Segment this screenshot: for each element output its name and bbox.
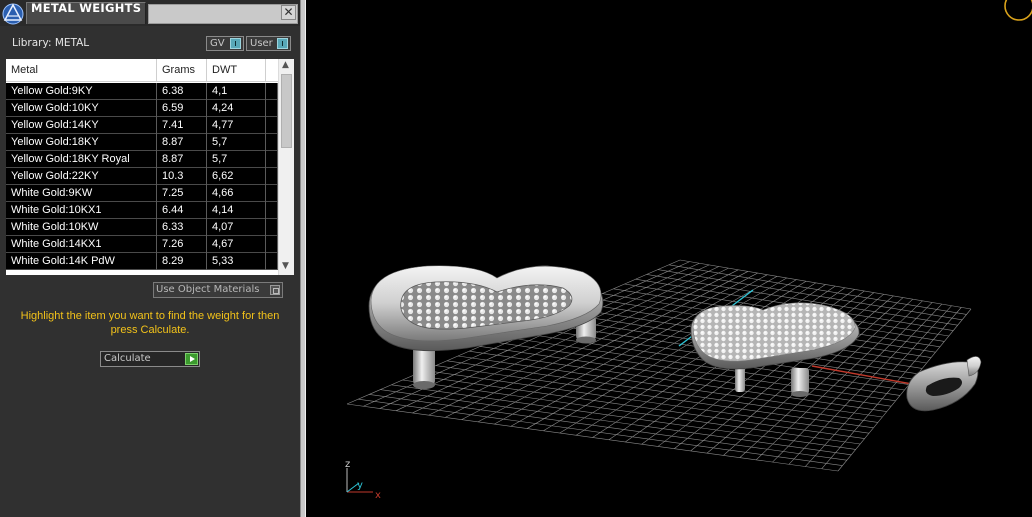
table-row[interactable]: Yellow Gold:18KY 8.87 5,7 — [6, 134, 278, 151]
cell-grams: 8.87 — [157, 151, 207, 168]
table-scrollbar[interactable]: ▲ ▼ — [278, 59, 294, 275]
cell-metal: Yellow Gold:18KY Royal — [6, 151, 157, 168]
cell-grams: 7.26 — [157, 236, 207, 253]
cell-dwt: 4,67 — [207, 236, 266, 253]
cell-spacer — [266, 83, 278, 100]
cell-metal: Yellow Gold:10KY — [6, 100, 157, 117]
column-header-grams[interactable]: Grams — [157, 59, 207, 82]
cell-dwt: 5,7 — [207, 151, 266, 168]
cell-spacer — [266, 253, 278, 270]
table-row[interactable]: White Gold:10KW 6.33 4,07 — [6, 219, 278, 236]
calculate-button[interactable]: Calculate — [100, 351, 200, 367]
column-header-metal[interactable]: Metal — [6, 59, 157, 82]
cell-metal: Yellow Gold:18KY — [6, 134, 157, 151]
toggle-indicator-icon — [277, 38, 288, 49]
cell-spacer — [266, 185, 278, 202]
cell-spacer — [266, 236, 278, 253]
metal-weights-panel: METAL WEIGHTS ✕ Library: METAL GV User M… — [0, 0, 300, 517]
instruction-text: Highlight the item you want to find the … — [20, 310, 280, 336]
cell-spacer — [266, 168, 278, 185]
use-object-materials-toggle[interactable]: Use Object Materials — [153, 282, 283, 298]
cell-metal: White Gold:14KX1 — [6, 236, 157, 253]
library-label: Library: METAL — [12, 37, 90, 49]
cell-grams: 6.33 — [157, 219, 207, 236]
scroll-down-icon[interactable]: ▼ — [282, 261, 289, 271]
cell-dwt: 4,77 — [207, 117, 266, 134]
use-object-materials-label: Use Object Materials — [156, 284, 260, 295]
table-row[interactable]: White Gold:14KX1 7.26 4,67 — [6, 236, 278, 253]
cell-grams: 8.29 — [157, 253, 207, 270]
table-body: Yellow Gold:9KY 6.38 4,1 Yellow Gold:10KY 6.… — [6, 83, 278, 270]
cell-dwt: 4,07 — [207, 219, 266, 236]
cell-grams: 6.44 — [157, 202, 207, 219]
cell-dwt: 5,33 — [207, 253, 266, 270]
table-row[interactable]: White Gold:14K PdW 8.29 5,33 — [6, 253, 278, 270]
cell-spacer — [266, 117, 278, 134]
axis-label-z: z — [345, 459, 350, 470]
cell-dwt: 5,7 — [207, 134, 266, 151]
cell-dwt: 4,66 — [207, 185, 266, 202]
cell-metal: Yellow Gold:22KY — [6, 168, 157, 185]
cell-dwt: 4,14 — [207, 202, 266, 219]
axis-label-x: x — [375, 490, 381, 501]
scrollbar-thumb[interactable] — [281, 74, 292, 148]
cell-metal: Yellow Gold:9KY — [6, 83, 157, 100]
scroll-up-icon[interactable]: ▲ — [282, 60, 289, 70]
cell-grams: 7.25 — [157, 185, 207, 202]
cell-metal: White Gold:14K PdW — [6, 253, 157, 270]
gv-toggle[interactable]: GV — [206, 36, 244, 51]
axis-label-y: y — [357, 480, 363, 491]
cell-spacer — [266, 134, 278, 151]
cell-dwt: 6,62 — [207, 168, 266, 185]
table-row[interactable]: White Gold:9KW 7.25 4,66 — [6, 185, 278, 202]
toggle-indicator-icon — [270, 285, 280, 295]
viewport-canvas: z y x — [345, 0, 1032, 501]
cell-dwt: 4,1 — [207, 83, 266, 100]
toggle-indicator-icon — [230, 38, 241, 49]
orbit-ring-icon[interactable] — [1004, 0, 1032, 21]
play-arrow-icon — [185, 353, 198, 365]
user-toggle[interactable]: User — [246, 36, 291, 51]
cell-metal: Yellow Gold:14KY — [6, 117, 157, 134]
cell-metal: White Gold:10KX1 — [6, 202, 157, 219]
3d-viewport[interactable]: z y x — [307, 0, 1032, 517]
metal-table: Metal Grams DWT Yellow Gold:9KY 6.38 4,1 Ye… — [6, 59, 294, 275]
table-row[interactable]: Yellow Gold:18KY Royal 8.87 5,7 — [6, 151, 278, 168]
table-row[interactable]: Yellow Gold:10KY 6.59 4,24 — [6, 100, 278, 117]
axis-gizmo: z y x — [345, 459, 381, 501]
bail-model[interactable] — [906, 356, 982, 412]
cell-grams: 6.38 — [157, 83, 207, 100]
cell-dwt: 4,24 — [207, 100, 266, 117]
table-row[interactable]: White Gold:10KX1 6.44 4,14 — [6, 202, 278, 219]
user-toggle-label: User — [250, 38, 273, 49]
cell-grams: 7.41 — [157, 117, 207, 134]
calculate-label: Calculate — [104, 353, 151, 364]
title-bar-fill — [148, 4, 298, 24]
table-row[interactable]: Yellow Gold:9KY 6.38 4,1 — [6, 83, 278, 100]
app-logo-icon — [2, 3, 24, 25]
cell-metal: White Gold:10KW — [6, 219, 157, 236]
close-icon[interactable]: ✕ — [281, 5, 296, 20]
table-row[interactable]: Yellow Gold:22KY 10.3 6,62 — [6, 168, 278, 185]
panel-title: METAL WEIGHTS — [31, 1, 142, 15]
cell-grams: 8.87 — [157, 134, 207, 151]
column-header-dwt[interactable]: DWT — [207, 59, 266, 82]
table-row[interactable]: Yellow Gold:14KY 7.41 4,77 — [6, 117, 278, 134]
cell-spacer — [266, 219, 278, 236]
gv-toggle-label: GV — [210, 38, 225, 49]
table-header: Metal Grams DWT — [6, 59, 278, 82]
cell-metal: White Gold:9KW — [6, 185, 157, 202]
cell-spacer — [266, 100, 278, 117]
cell-grams: 10.3 — [157, 168, 207, 185]
panel-splitter[interactable] — [300, 0, 306, 517]
x-axis-line — [811, 365, 913, 385]
cell-grams: 6.59 — [157, 100, 207, 117]
cell-spacer — [266, 151, 278, 168]
cell-spacer — [266, 202, 278, 219]
large-heart-model[interactable] — [368, 265, 604, 389]
panel-titlebar: METAL WEIGHTS ✕ — [0, 0, 300, 26]
